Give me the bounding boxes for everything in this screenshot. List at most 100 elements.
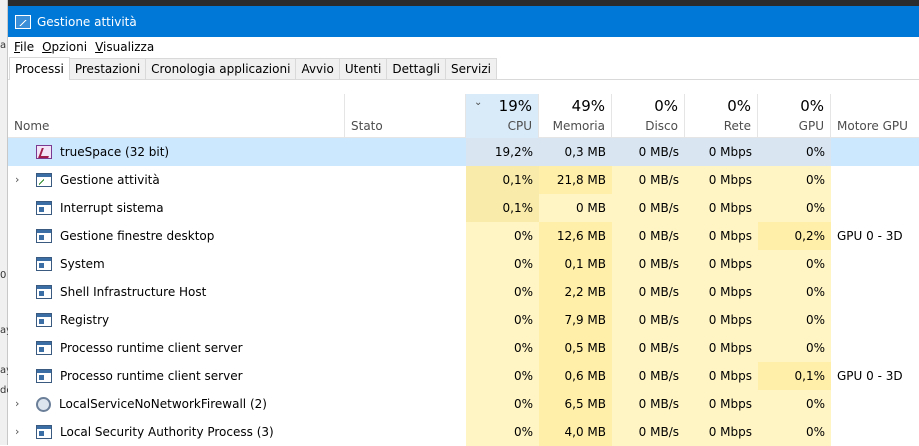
process-disk: 0 MB/s [612, 138, 685, 166]
process-disk: 0 MB/s [612, 362, 685, 390]
table-row[interactable]: Processo runtime client server 0% 0,5 MB 0 … [8, 334, 919, 362]
window-icon [36, 285, 52, 299]
process-status-cell [345, 194, 466, 222]
tab-dettagli[interactable]: Dettagli [386, 58, 447, 79]
process-disk: 0 MB/s [612, 194, 685, 222]
process-name: Shell Infrastructure Host [60, 285, 207, 299]
process-cpu: 0% [466, 418, 539, 446]
chevron-right-icon[interactable]: › [15, 397, 19, 410]
process-name: Gestione attività [60, 173, 160, 187]
process-gpu: 0% [758, 334, 831, 362]
process-gpu-engine: GPU 0 - 3D [837, 229, 903, 243]
column-header-disco[interactable]: 0% Disco [612, 94, 685, 138]
process-cpu: 0% [466, 250, 539, 278]
process-name-cell[interactable]: › LocalServiceNoNetworkFirewall (2) [8, 390, 345, 418]
process-memory: 6,5 MB [539, 390, 612, 418]
process-name-cell[interactable]: › Local Security Authority Process (3) [8, 418, 345, 446]
chevron-right-icon[interactable]: › [15, 173, 19, 186]
process-cpu: 0% [466, 222, 539, 250]
tab-prestazioni[interactable]: Prestazioni [68, 58, 147, 79]
menu-file[interactable]: File [14, 40, 34, 54]
column-header-rete[interactable]: 0% Rete [685, 94, 758, 138]
process-gpu: 0% [758, 390, 831, 418]
process-network: 0 Mbps [685, 334, 758, 362]
process-name: Processo runtime client server [60, 341, 243, 355]
table-row[interactable]: trueSpace (32 bit) 19,2% 0,3 MB 0 MB/s 0 Mbp… [8, 138, 919, 166]
process-name-cell[interactable]: trueSpace (32 bit) [8, 138, 345, 166]
process-name-cell[interactable]: Processo runtime client server [8, 362, 345, 390]
process-memory: 0,5 MB [539, 334, 612, 362]
column-header-motore-gpu[interactable]: Motore GPU [831, 94, 919, 138]
process-disk: 0 MB/s [612, 278, 685, 306]
menu-opzioni[interactable]: Opzioni [42, 40, 87, 54]
process-disk: 0 MB/s [612, 166, 685, 194]
tab-cronologia-applicazioni[interactable]: Cronologia applicazioni [145, 58, 297, 79]
process-status-cell [345, 306, 466, 334]
table-row[interactable]: System 0% 0,1 MB 0 MB/s 0 Mbps 0% [8, 250, 919, 278]
process-gpu: 0,2% [758, 222, 831, 250]
table-row[interactable]: › LocalServiceNoNetworkFirewall (2) 0% 6,5 … [8, 390, 919, 418]
process-gpu-engine [831, 334, 919, 362]
tab-processi[interactable]: Processi [9, 57, 70, 80]
process-gpu-engine [831, 306, 919, 334]
process-disk: 0 MB/s [612, 334, 685, 362]
process-memory: 0 MB [539, 194, 612, 222]
process-name-cell[interactable]: Interrupt sistema [8, 194, 345, 222]
process-name-cell[interactable]: Gestione finestre desktop [8, 222, 345, 250]
table-row[interactable]: Interrupt sistema 0,1% 0 MB 0 MB/s 0 Mbps 0% [8, 194, 919, 222]
table-row[interactable]: › Gestione attività 0,1% 21,8 MB 0 MB/s 0 Mbp… [8, 166, 919, 194]
process-network: 0 Mbps [685, 250, 758, 278]
process-name: trueSpace (32 bit) [60, 145, 170, 159]
menu-visualizza[interactable]: Visualizza [95, 40, 154, 54]
process-network: 0 Mbps [685, 306, 758, 334]
process-table: Nome Stato ⌄ 19% CPU 49% Memoria 0% Disc… [8, 94, 919, 446]
process-memory: 2,2 MB [539, 278, 612, 306]
process-disk: 0 MB/s [612, 390, 685, 418]
process-status-cell [345, 166, 466, 194]
process-status-cell [345, 138, 466, 166]
window-icon [36, 229, 52, 243]
process-name-cell[interactable]: System [8, 250, 345, 278]
table-row[interactable]: Registry 0% 7,9 MB 0 MB/s 0 Mbps 0% [8, 306, 919, 334]
column-header-cpu[interactable]: ⌄ 19% CPU [466, 94, 539, 138]
process-gpu: 0% [758, 166, 831, 194]
process-status-cell [345, 278, 466, 306]
process-network: 0 Mbps [685, 278, 758, 306]
column-header-memoria[interactable]: 49% Memoria [539, 94, 612, 138]
table-row[interactable]: Gestione finestre desktop 0% 12,6 MB 0 MB/s… [8, 222, 919, 250]
table-header: Nome Stato ⌄ 19% CPU 49% Memoria 0% Disc… [8, 94, 919, 138]
table-row[interactable]: Processo runtime client server 0% 0,6 MB 0 … [8, 362, 919, 390]
table-body: trueSpace (32 bit) 19,2% 0,3 MB 0 MB/s 0 Mbp… [8, 138, 919, 446]
process-name: Processo runtime client server [60, 369, 243, 383]
background-text: do [0, 385, 8, 396]
process-network: 0 Mbps [685, 362, 758, 390]
process-name-cell[interactable]: › Gestione attività [8, 166, 345, 194]
process-gpu-engine [831, 138, 919, 166]
process-name: Gestione finestre desktop [60, 229, 215, 243]
process-name-cell[interactable]: Registry [8, 306, 345, 334]
table-row[interactable]: › Local Security Authority Process (3) 0% 4… [8, 418, 919, 446]
process-memory: 12,6 MB [539, 222, 612, 250]
background-text: ay [0, 365, 8, 376]
background-text: a [0, 40, 7, 51]
chevron-right-icon[interactable]: › [15, 425, 19, 438]
process-name-cell[interactable]: Processo runtime client server [8, 334, 345, 362]
title-bar[interactable]: Gestione attività [8, 6, 919, 37]
process-gpu: 0% [758, 194, 831, 222]
tab-utenti[interactable]: Utenti [338, 58, 388, 79]
tab-servizi[interactable]: Servizi [445, 58, 498, 79]
process-disk: 0 MB/s [612, 250, 685, 278]
process-name-cell[interactable]: Shell Infrastructure Host [8, 278, 345, 306]
process-network: 0 Mbps [685, 222, 758, 250]
column-header-stato[interactable]: Stato [345, 94, 466, 138]
column-header-gpu[interactable]: 0% GPU [758, 94, 831, 138]
tab-avvio[interactable]: Avvio [295, 58, 340, 79]
process-gpu-engine [831, 250, 919, 278]
column-header-name[interactable]: Nome [8, 94, 345, 138]
process-gpu: 0% [758, 418, 831, 446]
process-status-cell [345, 418, 466, 446]
window-title: Gestione attività [37, 14, 137, 29]
table-row[interactable]: Shell Infrastructure Host 0% 2,2 MB 0 MB/s 0… [8, 278, 919, 306]
process-cpu: 0% [466, 390, 539, 418]
background-text: ay [0, 325, 8, 336]
